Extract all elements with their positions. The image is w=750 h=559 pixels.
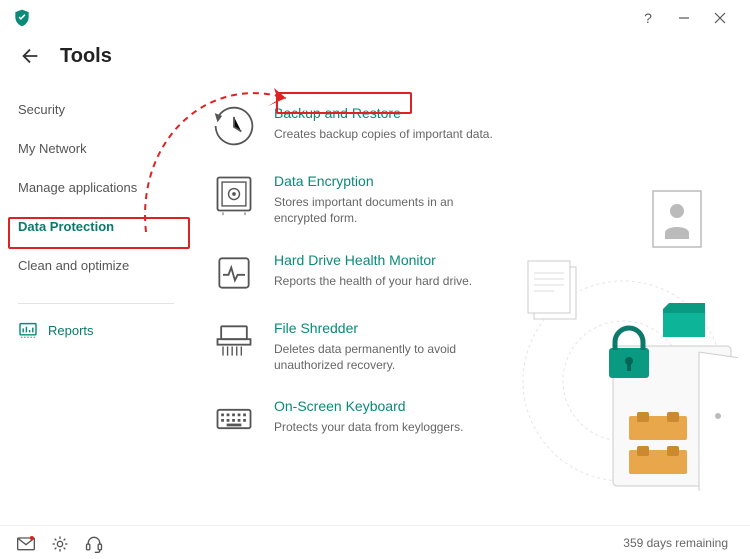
tool-title-backup[interactable]: Backup and Restore — [274, 104, 493, 122]
safe-icon — [212, 172, 256, 216]
tool-title-hdd[interactable]: Hard Drive Health Monitor — [274, 251, 472, 269]
tool-title-shredder[interactable]: File Shredder — [274, 319, 504, 337]
reports-icon — [18, 322, 38, 338]
titlebar: ? — [0, 0, 750, 36]
hdd-health-icon — [212, 251, 256, 295]
tool-desc-encryption: Stores important documents in an encrypt… — [274, 194, 504, 226]
sidebar-item-manage-applications[interactable]: Manage applications — [0, 168, 192, 207]
back-button[interactable] — [16, 42, 44, 70]
minimize-button[interactable] — [666, 5, 702, 31]
tool-backup-restore: Backup and Restore Creates backup copies… — [212, 94, 740, 162]
tool-data-encryption: Data Encryption Stores important documen… — [212, 162, 740, 241]
main-panel: Backup and Restore Creates backup copies… — [192, 80, 750, 525]
reports-label: Reports — [48, 323, 94, 338]
tool-desc-hdd: Reports the health of your hard drive. — [274, 273, 472, 289]
gear-icon[interactable] — [50, 534, 70, 552]
window: ? Tools Security My Network Manage appli… — [0, 0, 750, 559]
statusbar: 359 days remaining — [0, 525, 750, 559]
tool-desc-shredder: Deletes data permanently to avoid unauth… — [274, 341, 504, 373]
tool-desc-backup: Creates backup copies of important data. — [274, 126, 493, 142]
sidebar-item-data-protection[interactable]: Data Protection — [0, 207, 192, 246]
reports-link[interactable]: Reports — [0, 314, 192, 346]
tool-desc-keyboard: Protects your data from keyloggers. — [274, 419, 463, 435]
help-button[interactable]: ? — [630, 5, 666, 31]
page-header: Tools — [0, 36, 750, 80]
license-remaining: 359 days remaining — [623, 536, 734, 550]
sidebar-item-clean-optimize[interactable]: Clean and optimize — [0, 246, 192, 285]
tool-file-shredder: File Shredder Deletes data permanently t… — [212, 309, 740, 388]
sidebar: Security My Network Manage applications … — [0, 80, 192, 525]
shredder-icon — [212, 319, 256, 363]
headset-icon[interactable] — [84, 534, 104, 552]
sidebar-item-my-network[interactable]: My Network — [0, 129, 192, 168]
page-title: Tools — [60, 45, 112, 68]
keyboard-icon — [212, 397, 256, 441]
sidebar-item-security[interactable]: Security — [0, 90, 192, 129]
close-button[interactable] — [702, 5, 738, 31]
tool-onscreen-keyboard: On-Screen Keyboard Protects your data fr… — [212, 387, 740, 455]
sidebar-separator — [18, 303, 174, 304]
app-shield-icon — [12, 8, 32, 28]
tool-title-keyboard[interactable]: On-Screen Keyboard — [274, 397, 463, 415]
mail-icon[interactable] — [16, 534, 36, 552]
clock-restore-icon — [212, 104, 256, 148]
tool-hdd-health: Hard Drive Health Monitor Reports the he… — [212, 241, 740, 309]
tool-title-encryption[interactable]: Data Encryption — [274, 172, 504, 190]
